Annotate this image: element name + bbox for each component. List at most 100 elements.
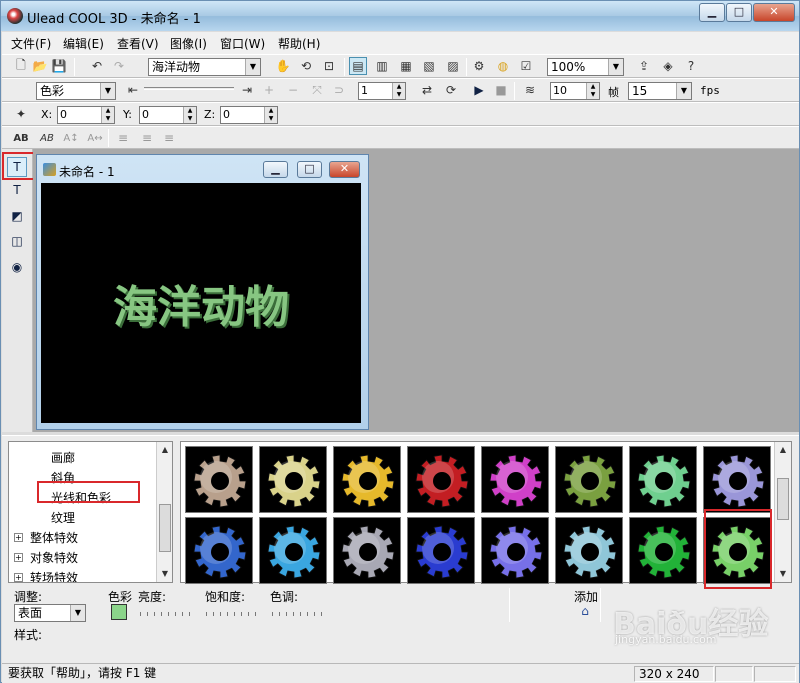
minimize-button[interactable]: ▁ <box>699 3 725 22</box>
position-mode-icon[interactable]: ✦ <box>12 105 30 123</box>
tree-item-gallery[interactable]: 画廊 <box>51 449 75 466</box>
doc-maximize-button[interactable]: □ <box>297 161 322 178</box>
tree-scrollbar[interactable]: ▲ ▼ <box>156 442 172 582</box>
frame-number-stepper[interactable]: 1 ▲ ▼ <box>358 82 406 100</box>
reverse-icon[interactable]: ⊃ <box>330 81 348 99</box>
expand-icon[interactable]: + <box>14 573 23 582</box>
insert-geometry-icon[interactable]: ◉ <box>7 257 27 277</box>
view-back-icon[interactable]: ▨ <box>444 57 462 75</box>
undo-icon[interactable]: ↶ <box>88 57 106 75</box>
open-folder-icon[interactable]: 📂 <box>31 57 49 75</box>
scroll-thumb[interactable] <box>777 478 789 520</box>
preset-thumbnail[interactable] <box>185 517 253 584</box>
preset-thumbnail[interactable] <box>555 517 623 584</box>
menu-view[interactable]: 查看(V) <box>117 35 159 52</box>
preset-thumbnail[interactable] <box>555 446 623 513</box>
tree-item-object-fx[interactable]: 对象特效 <box>30 549 78 566</box>
close-button[interactable]: ✕ <box>753 3 795 22</box>
align-left-icon[interactable]: ≡ <box>114 129 132 147</box>
scroll-up-icon[interactable]: ▲ <box>157 442 172 458</box>
menu-edit[interactable]: 编辑(E) <box>63 35 104 52</box>
context-help-icon[interactable]: ? <box>682 57 700 75</box>
last-frame-icon[interactable]: ⇥ <box>238 81 256 99</box>
preset-thumbnail[interactable] <box>703 446 771 513</box>
fit-object-icon[interactable]: ⊡ <box>320 57 338 75</box>
hue-slider[interactable] <box>272 604 324 618</box>
menu-help[interactable]: 帮助(H) <box>278 35 320 52</box>
line-spacing-icon[interactable]: A↔ <box>86 129 104 147</box>
preset-thumbnail[interactable] <box>407 517 475 584</box>
align-right-icon[interactable]: ≡ <box>160 129 178 147</box>
brightness-slider[interactable] <box>140 604 192 618</box>
view-bottom-icon[interactable]: ▧ <box>420 57 438 75</box>
expand-icon[interactable]: + <box>14 533 23 542</box>
preset-thumbnail[interactable] <box>481 517 549 584</box>
preview-icon[interactable]: ☑ <box>517 57 535 75</box>
adjust-combo[interactable]: 表面 ▼ <box>14 604 86 622</box>
loop-icon[interactable]: ⇄ <box>418 81 436 99</box>
rotate-object-icon[interactable]: ⟲ <box>297 57 315 75</box>
play-icon[interactable]: ▶ <box>470 81 488 99</box>
color-swatch[interactable] <box>111 604 127 620</box>
add-keyframe-icon[interactable]: + <box>260 81 278 99</box>
doc-minimize-button[interactable]: ▁ <box>263 161 288 178</box>
tree-item-global-fx[interactable]: 整体特效 <box>30 529 78 546</box>
text-object-combo[interactable]: 海洋动物 ▼ <box>148 58 261 76</box>
preview-canvas[interactable]: 海洋动物 <box>41 183 361 423</box>
scroll-up-icon[interactable]: ▲ <box>775 442 791 458</box>
italic-text-icon[interactable]: AB <box>38 129 56 147</box>
render-icon[interactable]: ◈ <box>659 57 677 75</box>
scroll-down-icon[interactable]: ▼ <box>157 566 172 582</box>
edit-graphic-icon[interactable]: ◫ <box>7 231 27 251</box>
gallery-scrollbar[interactable]: ▲ ▼ <box>774 442 791 582</box>
motion-blur-icon[interactable]: ≋ <box>521 81 539 99</box>
preset-thumbnail[interactable] <box>629 517 697 584</box>
object-manager-icon[interactable]: ⚙ <box>470 57 488 75</box>
preset-thumbnail[interactable] <box>333 517 401 584</box>
split-icon[interactable]: ⤧ <box>308 81 326 99</box>
preset-thumbnail[interactable] <box>407 446 475 513</box>
view-front-icon[interactable]: ▤ <box>349 57 367 75</box>
globe-icon[interactable]: ◍ <box>494 57 512 75</box>
stop-icon[interactable]: ■ <box>492 81 510 99</box>
zoom-combo[interactable]: 100% ▼ <box>547 58 624 76</box>
preset-thumbnail[interactable] <box>481 446 549 513</box>
attribute-combo[interactable]: 色彩 ▼ <box>36 82 116 100</box>
canvas-3d-text[interactable]: 海洋动物 <box>41 271 361 335</box>
redo-icon[interactable]: ↷ <box>110 57 128 75</box>
scroll-thumb[interactable] <box>159 504 171 552</box>
y-stepper[interactable]: 0 ▲ ▼ <box>139 106 197 124</box>
z-stepper[interactable]: 0 ▲ ▼ <box>220 106 278 124</box>
menu-window[interactable]: 窗口(W) <box>220 35 265 52</box>
maximize-button[interactable]: □ <box>726 3 752 22</box>
add-to-gallery-icon[interactable]: ⌂ <box>576 602 594 620</box>
tree-item-transition-fx[interactable]: 转场特效 <box>30 569 78 582</box>
char-spacing-icon[interactable]: A↕ <box>62 129 80 147</box>
bold-text-icon[interactable]: AB <box>12 129 30 147</box>
preset-thumbnail[interactable] <box>259 517 327 584</box>
preset-thumbnail[interactable] <box>333 446 401 513</box>
hand-tool-icon[interactable]: ✋ <box>274 57 292 75</box>
fps-combo[interactable]: 15 ▼ <box>628 82 692 100</box>
preset-thumbnail[interactable] <box>629 446 697 513</box>
preset-thumbnail[interactable] <box>185 446 253 513</box>
tree-item-texture[interactable]: 纹理 <box>51 509 75 526</box>
timeline-slider[interactable] <box>144 85 234 99</box>
saturation-slider[interactable] <box>206 604 258 618</box>
edit-text-icon[interactable]: T <box>7 180 27 200</box>
first-frame-icon[interactable]: ⇤ <box>124 81 142 99</box>
menu-image[interactable]: 图像(I) <box>170 35 207 52</box>
new-file-icon[interactable]: 🗋 <box>12 57 30 75</box>
align-center-icon[interactable]: ≡ <box>138 129 156 147</box>
total-frames-stepper[interactable]: 10 ▲ ▼ <box>550 82 600 100</box>
scroll-down-icon[interactable]: ▼ <box>775 566 791 582</box>
save-icon[interactable]: 💾 <box>50 57 68 75</box>
x-stepper[interactable]: 0 ▲ ▼ <box>57 106 115 124</box>
doc-close-button[interactable]: ✕ <box>329 161 360 178</box>
insert-graphic-icon[interactable]: ◩ <box>7 206 27 226</box>
pingpong-icon[interactable]: ⟳ <box>442 81 460 99</box>
menu-file[interactable]: 文件(F) <box>11 35 51 52</box>
view-side-icon[interactable]: ▦ <box>397 57 415 75</box>
preset-thumbnail[interactable] <box>259 446 327 513</box>
view-top-icon[interactable]: ▥ <box>373 57 391 75</box>
